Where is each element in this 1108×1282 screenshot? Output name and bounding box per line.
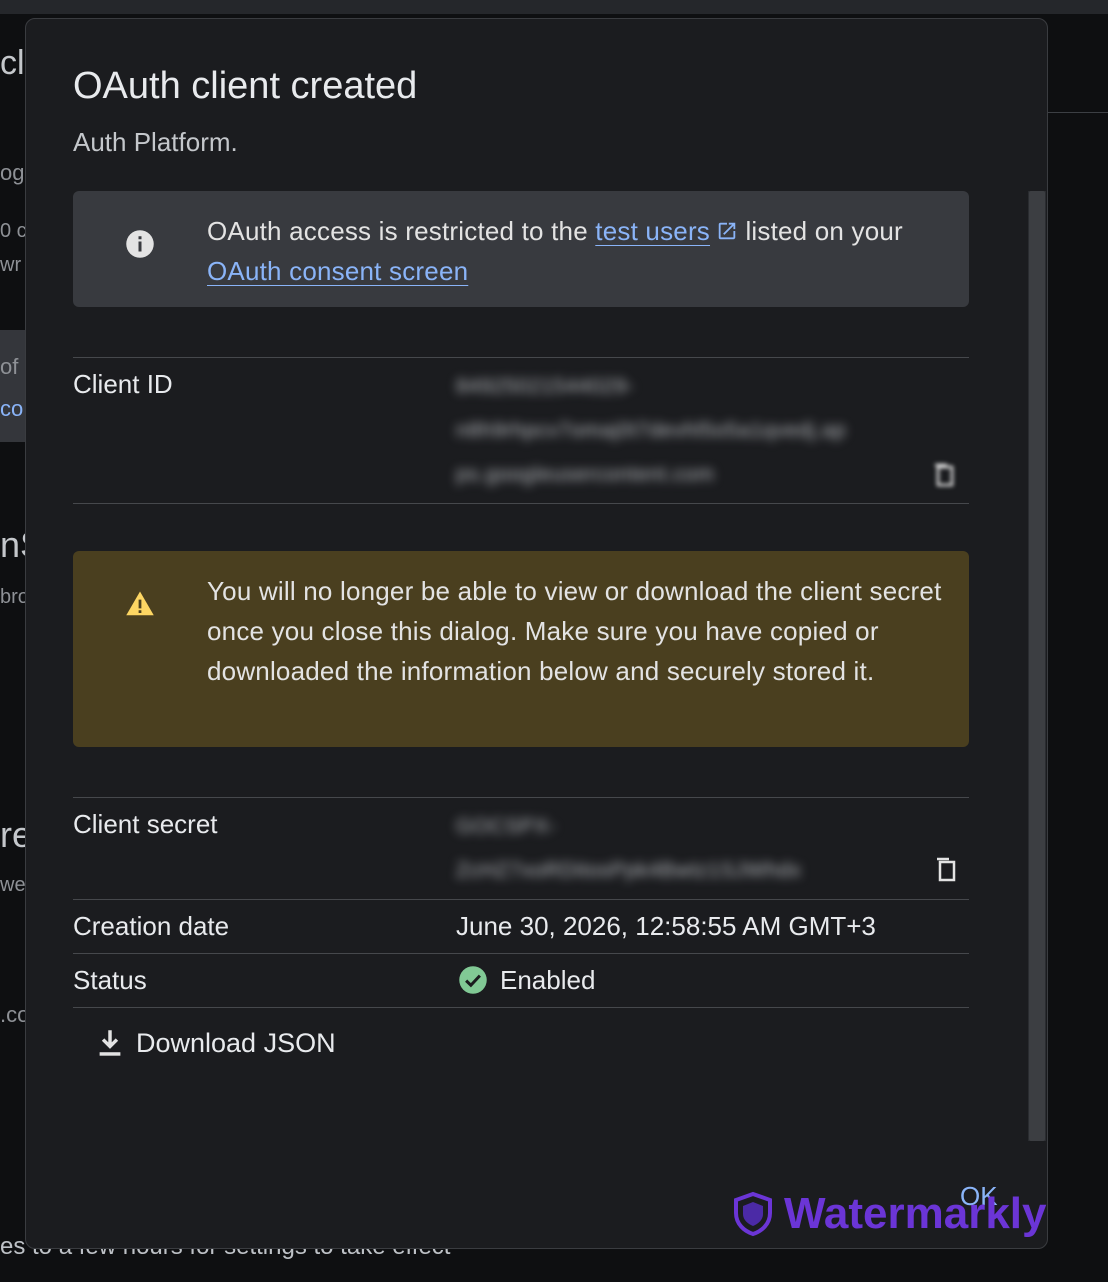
info-text-start: OAuth access is restricted to the [207,216,596,246]
copy-client-id-icon[interactable] [932,461,956,489]
client-id-line: ps.googleusercontent.com [456,463,715,486]
bg-fragment: of [0,354,19,379]
scrollbar-thumb[interactable] [1029,191,1045,1141]
client-id-line: n8h9rhpcv7omaj0t7devhl5o5a1qvedj.ap [456,419,846,442]
test-users-link[interactable]: test users [595,216,710,246]
top-bar [0,0,1108,14]
warning-notice-text: You will no longer be able to view or do… [207,576,942,686]
check-circle-icon [459,966,487,994]
watermark: Watermarkly [732,1188,1047,1240]
dialog-content: Auth Platform. OAuth access is restricte… [26,123,1028,1167]
bg-fragment: wr [0,254,22,276]
download-icon [99,1030,121,1056]
warning-notice: You will no longer be able to view or do… [73,551,969,747]
external-link-icon[interactable] [716,220,738,242]
creation-date-value: June 30, 2026, 12:58:55 AM GMT+3 [456,911,876,941]
download-json-button[interactable]: Download JSON [96,1023,336,1063]
divider [73,503,969,504]
watermark-text: Watermarkly [784,1189,1047,1238]
shield-icon [734,1191,772,1237]
creation-date-label: Creation date [73,911,230,941]
divider [73,899,969,900]
client-id-label: Client ID [73,369,173,399]
download-json-label: Download JSON [136,1027,336,1058]
info-notice: OAuth access is restricted to the test u… [73,191,969,307]
bg-link-fragment: co [0,396,24,421]
bg-fragment: 0 c [0,220,27,242]
divider [73,797,969,798]
client-secret-line: ZcHZ7xoRDitosPpk4Bwtz1SJWhdx [456,859,802,882]
divider [73,357,969,358]
info-icon [126,230,154,258]
dialog-title: OAuth client created [73,65,418,107]
bg-fragment: we [0,874,26,896]
warning-icon [126,591,154,616]
oauth-created-dialog: OAuth client created Auth Platform. OAut… [25,18,1048,1249]
divider [73,953,969,954]
info-notice-text: OAuth access is restricted to the test u… [207,211,947,291]
bg-fragment: cl [0,44,25,82]
client-secret-line: GOCSPX- [456,815,557,838]
consent-screen-link[interactable]: OAuth consent screen [207,256,468,286]
bg-highlight-row [0,330,26,442]
status-label: Status [73,965,147,995]
client-secret-label: Client secret [73,809,218,839]
client-id-line: 84925021544029- [456,375,635,398]
divider [73,1007,969,1008]
header-divider [1046,112,1108,113]
cut-off-text: Auth Platform. [73,127,238,157]
copy-client-secret-icon[interactable] [934,855,958,883]
bg-fragment: og [0,160,25,185]
status-value: Enabled [500,965,596,995]
info-text-middle: listed on your [738,216,903,246]
